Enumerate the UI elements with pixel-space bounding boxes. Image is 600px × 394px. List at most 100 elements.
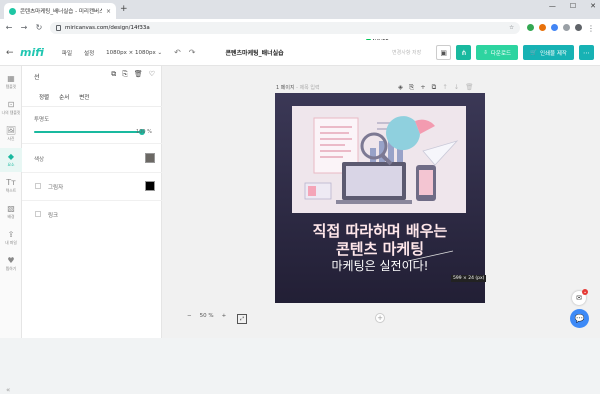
copy-icon[interactable]: ⧉ bbox=[111, 70, 116, 79]
extension-icon[interactable] bbox=[551, 24, 558, 31]
pie-chart-illustration bbox=[386, 116, 420, 151]
sidebar-item-elements[interactable]: ◆ 요소 bbox=[0, 148, 22, 172]
extension-icon[interactable] bbox=[563, 24, 570, 31]
extensions: ⋮ bbox=[527, 24, 595, 33]
address-bar-row: ← → ↻ miricanvas.com/design/14f33a ☆ ⋮ bbox=[0, 19, 600, 36]
trash-icon[interactable]: 🗑 bbox=[134, 70, 143, 79]
window-controls: — ☐ ✕ bbox=[549, 2, 596, 10]
duplicate-page-icon[interactable]: ⎘ bbox=[409, 83, 414, 92]
artboard[interactable]: 직접 따라하며 배우는 콘텐츠 마케팅 마케팅은 실전이다! bbox=[275, 93, 485, 303]
minimize-button[interactable]: — bbox=[549, 2, 556, 10]
more-options-button[interactable]: ⋯ bbox=[579, 45, 594, 60]
extension-icon[interactable] bbox=[527, 24, 534, 31]
back-icon[interactable]: ← bbox=[6, 48, 20, 58]
save-status: 변경사항 저장 bbox=[392, 50, 422, 56]
save-icon[interactable]: ▣ bbox=[436, 45, 452, 60]
banner-tagline: 마케팅은 실전이다! bbox=[332, 259, 429, 273]
properties-panel: 선 ⧉ ⎘ 🗑 ♡ 정렬 순서 변전 bbox=[22, 66, 162, 338]
elements-icon: ◆ bbox=[7, 151, 15, 161]
document-title[interactable]: 콘텐츠마케팅_배너실습 bbox=[226, 48, 284, 57]
shadow-checkbox[interactable] bbox=[35, 183, 41, 189]
fit-to-screen-icon[interactable]: ⤢ bbox=[237, 314, 247, 324]
notification-button[interactable]: ✉ • bbox=[572, 289, 588, 305]
sidebar-item-templates[interactable]: ▦ 템플릿 bbox=[0, 70, 22, 94]
notification-badge: • bbox=[582, 289, 588, 295]
undo-icon[interactable]: ↶ bbox=[174, 48, 181, 57]
extension-icon[interactable] bbox=[539, 24, 546, 31]
chrome-menu-icon[interactable]: ⋮ bbox=[587, 24, 595, 33]
chevron-down-icon: ⌄ bbox=[157, 49, 163, 56]
sidebar-item-my-files[interactable]: ⇪ 내 파일 bbox=[0, 226, 22, 250]
add-page-icon[interactable]: + bbox=[420, 83, 425, 92]
url-field[interactable]: miricanvas.com/design/14f33a ☆ bbox=[50, 21, 520, 34]
back-arrow-icon[interactable]: ← bbox=[5, 23, 13, 32]
add-page-button[interactable]: + bbox=[375, 313, 385, 323]
paint-bucket-icon[interactable]: ◈ bbox=[398, 83, 403, 92]
banner-artwork: 직접 따라하며 배우는 콘텐츠 마케팅 마케팅은 실전이다! bbox=[275, 93, 485, 303]
copy-page-icon[interactable]: ⧉ bbox=[432, 83, 437, 92]
browser-tab[interactable]: 콘텐츠마케팅_배너실습 - 미리캔버스 × bbox=[4, 3, 116, 19]
panel-title: 선 bbox=[34, 74, 40, 81]
download-button[interactable]: ⇩ 다운로드 bbox=[476, 45, 519, 60]
tab-order[interactable]: 순서 bbox=[59, 93, 69, 101]
sidebar-item-photos[interactable]: 🖼 사진 bbox=[0, 122, 22, 146]
delete-page-icon[interactable]: 🗑 bbox=[465, 83, 473, 92]
opacity-slider[interactable] bbox=[34, 129, 145, 135]
sidebar-item-text[interactable]: Tт 텍스트 bbox=[0, 174, 22, 198]
page-title-input[interactable]: 제목 입력 bbox=[300, 85, 320, 91]
menu-file[interactable]: 파일 bbox=[62, 49, 72, 57]
panel-actions: ⧉ ⎘ 🗑 ♡ bbox=[111, 70, 155, 79]
collapse-sidebar-icon[interactable]: « bbox=[6, 386, 10, 394]
text-icon: Tт bbox=[6, 177, 16, 187]
color-swatch[interactable] bbox=[145, 153, 155, 163]
opacity-value: 100 % bbox=[136, 129, 152, 135]
profile-avatar[interactable] bbox=[575, 24, 582, 31]
link-label: 링크 bbox=[48, 213, 59, 219]
my-template-icon: ⊡ bbox=[7, 99, 15, 109]
miri-logo[interactable]: mifi bbox=[20, 46, 44, 59]
zoom-controls: − 50 % + bbox=[187, 313, 226, 319]
new-tab-button[interactable]: + bbox=[120, 4, 128, 14]
close-window-button[interactable]: ✕ bbox=[590, 2, 596, 10]
sidebar-item-background[interactable]: ▧ 배경 bbox=[0, 200, 22, 224]
divider bbox=[22, 106, 162, 107]
reload-icon[interactable]: ↻ bbox=[35, 23, 43, 32]
background-icon: ▧ bbox=[7, 203, 15, 213]
heart-outline-icon[interactable]: ♡ bbox=[149, 70, 155, 79]
divider bbox=[22, 200, 162, 201]
menu-settings[interactable]: 설정 bbox=[84, 49, 94, 57]
chat-icon: 💬 bbox=[574, 314, 585, 323]
sidebar-item-favorites[interactable]: ♥ 찜하기 bbox=[0, 252, 22, 276]
share-icon[interactable]: ⋔ bbox=[456, 45, 472, 60]
upload-icon: ⇪ bbox=[7, 229, 15, 239]
tab-flip[interactable]: 변전 bbox=[79, 93, 89, 101]
shadow-color-swatch[interactable] bbox=[145, 181, 155, 191]
star-icon[interactable]: ☆ bbox=[509, 25, 514, 31]
redo-icon[interactable]: ↷ bbox=[189, 48, 196, 57]
move-up-icon[interactable]: ↑ bbox=[442, 83, 447, 92]
dimension-tooltip: 599 × 24 (px) bbox=[451, 275, 487, 282]
link-checkbox[interactable] bbox=[35, 211, 41, 217]
zoom-in-button[interactable]: + bbox=[222, 313, 227, 319]
tab-close-icon[interactable]: × bbox=[106, 8, 111, 15]
banner-headline: 직접 따라하며 배우는 bbox=[313, 222, 448, 240]
chat-support-button[interactable]: 💬 bbox=[570, 309, 589, 328]
left-sidebar: ▦ 템플릿 ⊡ 나의 템플릿 🖼 사진 ◆ 요소 Tт 텍스트 ▧ 배경 ⇪ 내… bbox=[0, 66, 22, 394]
banner-subheadline: 콘텐츠 마케팅 bbox=[336, 240, 424, 258]
divider bbox=[22, 143, 162, 144]
forward-arrow-icon[interactable]: → bbox=[20, 23, 28, 32]
print-order-button[interactable]: 🛒 인쇄물 제작 bbox=[523, 45, 574, 60]
sidebar-item-my-templates[interactable]: ⊡ 나의 템플릿 bbox=[0, 96, 22, 120]
move-down-icon[interactable]: ↓ bbox=[454, 83, 459, 92]
maximize-button[interactable]: ☐ bbox=[570, 2, 576, 10]
opacity-label: 투명도 bbox=[34, 117, 50, 123]
photo-icon: 🖼 bbox=[5, 125, 17, 135]
panel-tabs: 정렬 순서 변전 bbox=[39, 93, 89, 101]
tab-align[interactable]: 정렬 bbox=[39, 93, 49, 101]
url-text: miricanvas.com/design/14f33a bbox=[65, 24, 150, 31]
zoom-out-button[interactable]: − bbox=[187, 313, 192, 319]
canvas-size-dropdown[interactable]: 1080px × 1080px ⌄ bbox=[106, 50, 162, 56]
template-icon: ▦ bbox=[7, 73, 15, 83]
duplicate-icon[interactable]: ⎘ bbox=[122, 70, 128, 79]
zoom-level[interactable]: 50 % bbox=[200, 313, 214, 319]
